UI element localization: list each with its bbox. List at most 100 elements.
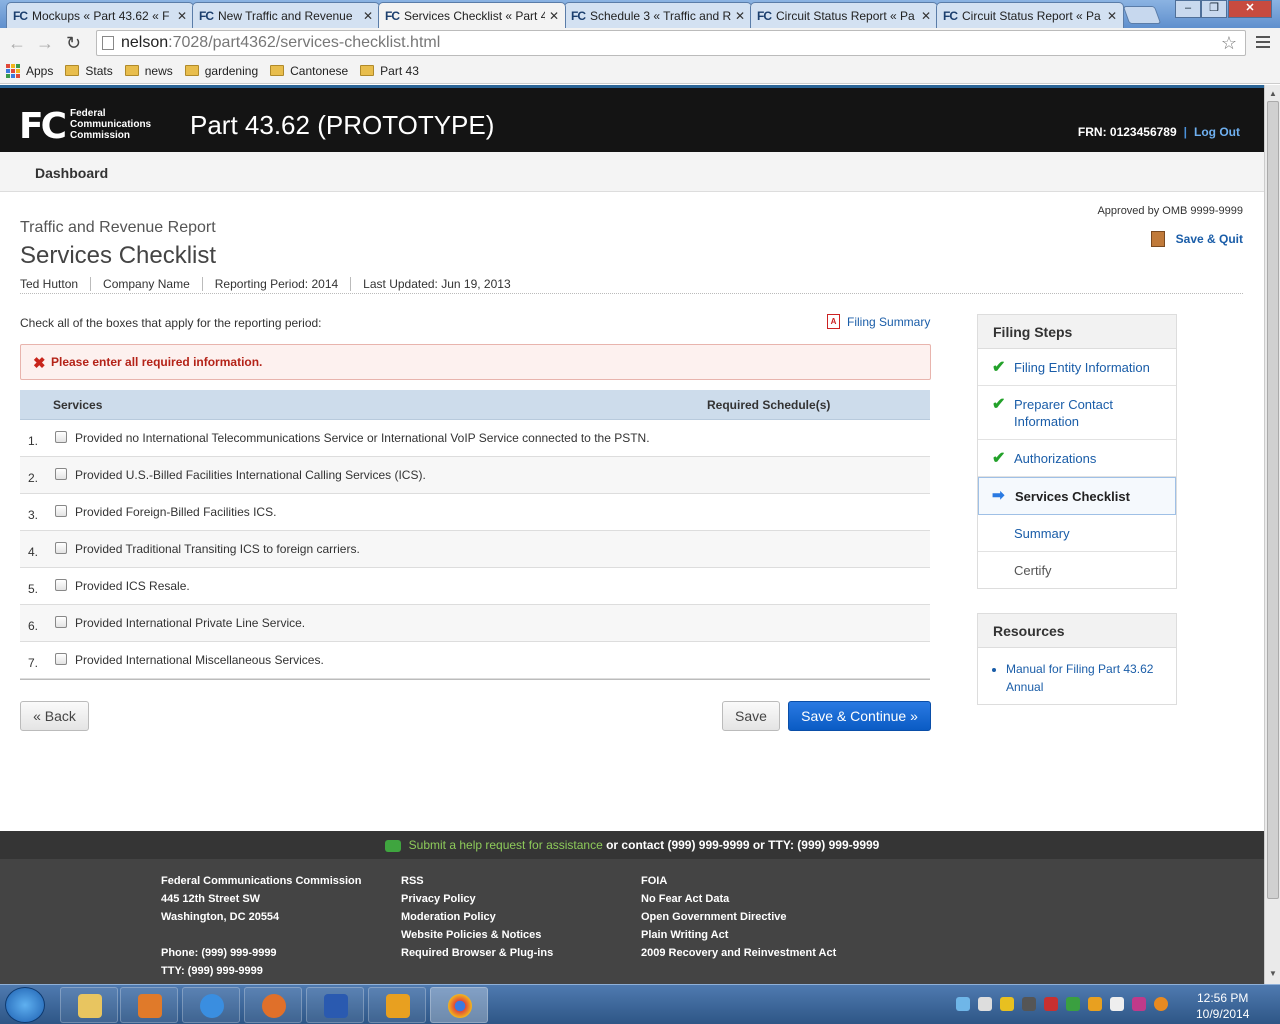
bookmark-label: Part 43 (380, 63, 419, 78)
footer-link[interactable]: Required Browser & Plug-ins (401, 944, 553, 962)
resources-title: Resources (978, 614, 1176, 648)
forward-arrow-icon[interactable]: → (36, 33, 54, 54)
filing-summary-link[interactable]: A Filing Summary (827, 314, 930, 329)
scroll-down-icon[interactable]: ▼ (1269, 969, 1277, 978)
footer-link[interactable]: Website Policies & Notices (401, 926, 553, 944)
taskbar-chrome[interactable] (430, 987, 488, 1023)
service-checkbox[interactable] (55, 579, 67, 591)
service-label[interactable]: Provided International Private Line Serv… (75, 616, 305, 630)
bookmark-label: Stats (85, 63, 113, 78)
service-checkbox[interactable] (55, 542, 67, 554)
taskbar-outlook[interactable] (368, 987, 426, 1023)
bookmark-apps[interactable]: Apps (6, 63, 53, 78)
bookmark-folder[interactable]: Stats (65, 63, 113, 78)
footer-link[interactable]: 2009 Recovery and Reinvestment Act (641, 944, 836, 962)
service-label[interactable]: Provided U.S.-Billed Facilities Internat… (75, 468, 426, 482)
save-quit-link[interactable]: Save & Quit (1150, 231, 1243, 247)
close-icon[interactable]: ✕ (1107, 9, 1117, 23)
start-button[interactable] (5, 987, 45, 1023)
service-label[interactable]: Provided no International Telecommunicat… (75, 431, 650, 445)
logout-link[interactable]: Log Out (1194, 125, 1240, 139)
dropbox-icon[interactable] (956, 997, 970, 1011)
close-icon[interactable]: ✕ (177, 9, 187, 23)
taskbar-word[interactable] (306, 987, 364, 1023)
service-checkbox[interactable] (55, 616, 67, 628)
agency-line: Commission (70, 130, 131, 141)
service-label[interactable]: Provided ICS Resale. (75, 579, 190, 593)
step-services-checklist[interactable]: ➡ Services Checklist (978, 477, 1176, 515)
update-icon[interactable] (1154, 997, 1168, 1011)
service-checkbox[interactable] (55, 431, 67, 443)
service-label[interactable]: Provided International Miscellaneous Ser… (75, 653, 324, 667)
volume-icon[interactable] (978, 997, 992, 1011)
footer-text: TTY: (999) 999-9999 (161, 965, 263, 977)
step-authorizations[interactable]: ✔ Authorizations (978, 440, 1176, 477)
browser-tab[interactable]: FC Circuit Status Report « Pa ✕ (750, 2, 938, 28)
browser-tab-strip: FC Mockups « Part 43.62 « F ✕ FC New Tra… (0, 0, 1280, 28)
scroll-up-icon[interactable]: ▲ (1269, 89, 1277, 98)
service-checkbox[interactable] (55, 653, 67, 665)
page-viewport: FC Federal Communications Commission Par… (0, 85, 1264, 984)
service-label[interactable]: Provided Traditional Transiting ICS to f… (75, 542, 360, 556)
security-icon[interactable] (1044, 997, 1058, 1011)
back-button[interactable]: « Back (20, 701, 89, 731)
browser-tab[interactable]: FC Circuit Status Report « Pa ✕ (936, 2, 1124, 28)
footer-link[interactable]: FOIA (641, 872, 836, 890)
taskbar-firefox[interactable] (244, 987, 302, 1023)
reload-icon[interactable]: ↻ (66, 33, 81, 54)
footer-link[interactable]: Privacy Policy (401, 890, 553, 908)
help-request-link[interactable]: Submit a help request for assistance (409, 838, 603, 852)
tray-app-icon[interactable] (1000, 997, 1014, 1011)
close-icon[interactable]: ✕ (549, 9, 559, 23)
scrollbar-thumb[interactable] (1267, 101, 1279, 899)
step-preparer-contact[interactable]: ✔ Preparer Contact Information (978, 386, 1176, 440)
close-icon[interactable]: ✕ (735, 9, 745, 23)
minimize-button[interactable]: – (1175, 0, 1201, 18)
maximize-button[interactable]: ❐ (1201, 0, 1227, 18)
close-icon[interactable]: ✕ (363, 9, 373, 23)
address-bar[interactable]: nelson:7028/part4362/services-checklist.… (96, 30, 1246, 56)
fcc-logo[interactable]: FC (19, 106, 67, 147)
step-filing-entity[interactable]: ✔ Filing Entity Information (978, 349, 1176, 386)
footer-link[interactable]: RSS (401, 872, 553, 890)
service-label[interactable]: Provided Foreign-Billed Facilities ICS. (75, 505, 276, 519)
tab-label: Circuit Status Report « Pa (962, 8, 1101, 23)
network-icon[interactable] (1066, 997, 1080, 1011)
step-summary[interactable]: Summary (978, 515, 1176, 552)
folder-icon (270, 65, 285, 76)
bookmark-star-icon[interactable]: ☆ (1221, 31, 1237, 55)
chrome-menu-icon[interactable] (1256, 36, 1270, 51)
new-tab-button[interactable] (1122, 6, 1162, 24)
footer-link[interactable]: No Fear Act Data (641, 890, 836, 908)
tray-app-icon[interactable] (1132, 997, 1146, 1011)
taskbar-media-player[interactable] (120, 987, 178, 1023)
taskbar-internet-explorer[interactable] (182, 987, 240, 1023)
site-header: FC Federal Communications Commission Par… (0, 85, 1264, 152)
bookmark-folder[interactable]: news (124, 64, 173, 78)
browser-tab[interactable]: FC New Traffic and Revenue ✕ (192, 2, 380, 28)
back-arrow-icon[interactable]: ← (8, 33, 26, 54)
browser-tab[interactable]: FC Mockups « Part 43.62 « F ✕ (6, 2, 194, 28)
service-checkbox[interactable] (55, 468, 67, 480)
bookmark-folder[interactable]: Part 43 (360, 64, 419, 78)
bookmark-folder[interactable]: Cantonese (270, 64, 348, 78)
close-icon[interactable]: ✕ (921, 9, 931, 23)
bookmark-folder[interactable]: gardening (184, 64, 258, 78)
vmware-icon[interactable] (1022, 997, 1036, 1011)
footer-link[interactable]: Plain Writing Act (641, 926, 836, 944)
footer-link[interactable]: Moderation Policy (401, 908, 553, 926)
taskbar-explorer[interactable] (60, 987, 118, 1023)
resource-manual-link[interactable]: Manual for Filing Part 43.62 Annual (1006, 660, 1166, 696)
footer-link[interactable]: Open Government Directive (641, 908, 836, 926)
save-continue-button[interactable]: Save & Continue » (788, 701, 931, 731)
dashboard-link[interactable]: Dashboard (35, 165, 108, 181)
page-scrollbar[interactable]: ▲ ▼ (1264, 85, 1280, 984)
service-checkbox[interactable] (55, 505, 67, 517)
browser-tab-active[interactable]: FC Services Checklist « Part 4 ✕ (378, 2, 566, 28)
browser-tab[interactable]: FC Schedule 3 « Traffic and R ✕ (564, 2, 752, 28)
close-window-button[interactable]: ✕ (1228, 0, 1272, 18)
save-button[interactable]: Save (722, 701, 780, 731)
outlook-tray-icon[interactable] (1088, 997, 1102, 1011)
system-clock[interactable]: 12:56 PM 10/9/2014 (1196, 990, 1249, 1022)
mail-icon[interactable] (1110, 997, 1124, 1011)
